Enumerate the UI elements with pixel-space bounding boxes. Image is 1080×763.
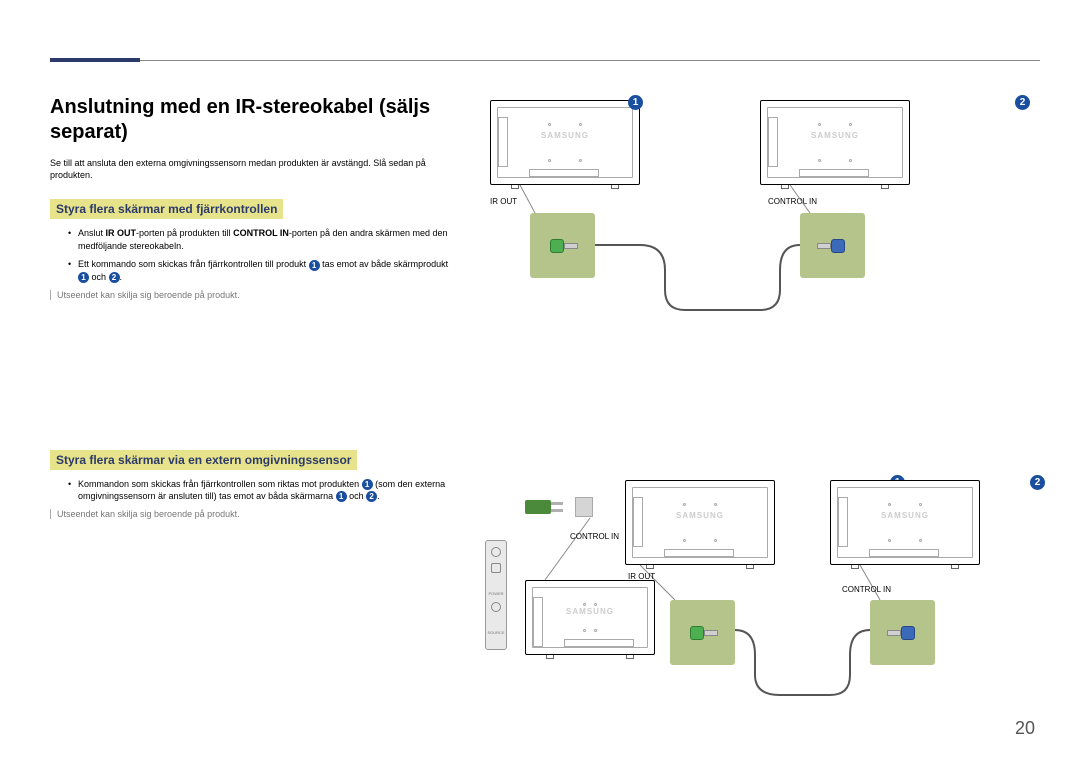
- label-ir-out: IR OUT: [628, 572, 655, 581]
- section2-note: Utseendet kan skilja sig beroende på pro…: [50, 509, 460, 519]
- page-title: Anslutning med en IR-stereokabel (säljs …: [50, 95, 460, 145]
- header-rule: [50, 60, 1040, 61]
- port-ir-out: [670, 600, 735, 665]
- section2-title: Styra flera skärmar via en extern omgivn…: [50, 450, 357, 470]
- section1-bullet-1: Anslut IR OUT-porten på produkten till C…: [68, 227, 460, 252]
- badge-1-icon: 1: [78, 272, 89, 283]
- page-number: 20: [1015, 718, 1035, 739]
- section1-note: Utseendet kan skilja sig beroende på pro…: [50, 290, 460, 300]
- connector-lines: [480, 95, 1040, 335]
- diagram-remote: SAMSUNG 1 SAMSUNG 2 IR OUT CONTROL IN: [480, 95, 1040, 335]
- badge-2-icon: 2: [366, 491, 377, 502]
- badge-2-icon: 2: [109, 272, 120, 283]
- section1-title: Styra flera skärmar med fjärrkontrollen: [50, 199, 283, 219]
- label-control-in: CONTROL IN: [842, 585, 891, 594]
- section1-bullet-2: Ett kommando som skickas från fjärrkontr…: [68, 258, 460, 283]
- section2-bullet-1: Kommandon som skickas från fjärrkontroll…: [68, 478, 460, 503]
- label-control-in: CONTROL IN: [570, 532, 619, 541]
- port-control-in: [870, 600, 935, 665]
- badge-2-icon: 2: [1030, 475, 1045, 490]
- display-back-icon: SAMSUNG: [830, 480, 980, 565]
- header-mark: [50, 58, 140, 62]
- badge-1-icon: 1: [362, 479, 373, 490]
- badge-1-icon: 1: [309, 260, 320, 271]
- diagram-sensor: POWER SOURCE CONTROL IN SAMSUNG SAMSUNG …: [490, 470, 1050, 710]
- badge-1-icon: 1: [336, 491, 347, 502]
- display-back-icon: SAMSUNG: [525, 580, 655, 655]
- intro-text: Se till att ansluta den externa omgivnin…: [50, 157, 460, 181]
- display-back-icon: SAMSUNG: [625, 480, 775, 565]
